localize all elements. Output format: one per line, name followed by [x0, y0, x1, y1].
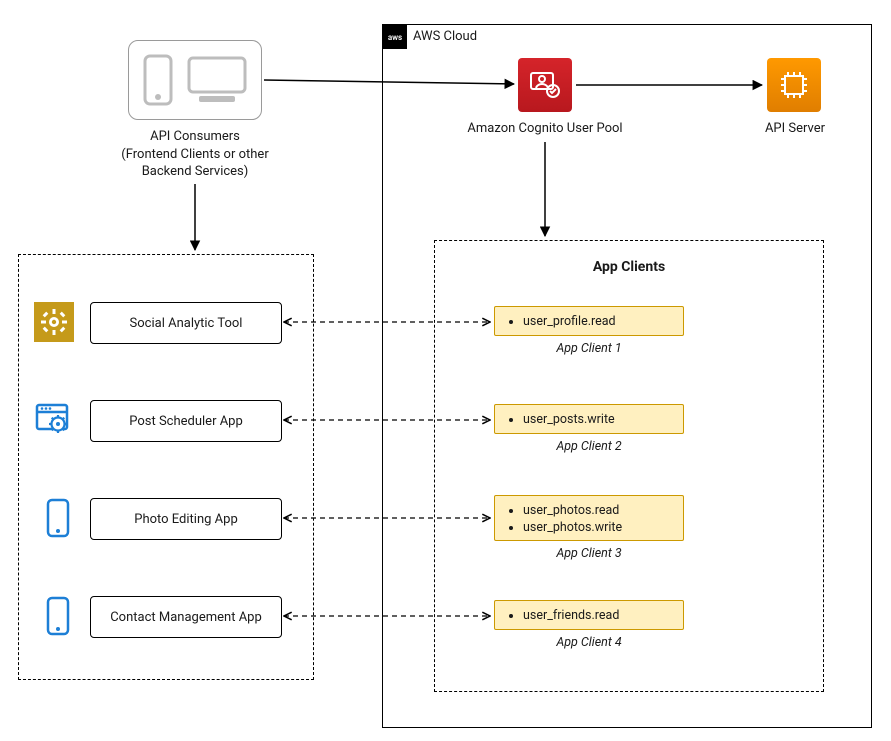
- cognito-label: Amazon Cognito User Pool: [450, 120, 640, 138]
- api-consumers-label: API Consumers (Frontend Clients or other…: [100, 128, 290, 181]
- scope-item: user_photos.read: [523, 502, 675, 519]
- consumer-label-3: Photo Editing App: [90, 498, 282, 540]
- scope-card-3: user_photos.read user_photos.write: [494, 495, 684, 541]
- aws-logo-text: aws: [388, 33, 402, 42]
- browser-gear-icon: [34, 400, 74, 440]
- scope-item: user_photos.write: [523, 519, 675, 536]
- scope-list-4: user_friends.read: [501, 607, 675, 624]
- diagram-canvas: aws AWS Cloud API Consumers (Frontend Cl…: [0, 0, 891, 741]
- consumer-label-4: Contact Management App: [90, 596, 282, 638]
- api-server-label: API Server: [740, 120, 850, 138]
- app-client-name-2: App Client 2: [494, 439, 684, 454]
- api-consumers-devices: [128, 40, 262, 120]
- app-client-name-1: App Client 1: [494, 341, 684, 356]
- api-consumers-subtitle-1: (Frontend Clients or other: [100, 146, 290, 164]
- api-consumers-title: API Consumers: [100, 128, 290, 146]
- cognito-icon: [518, 58, 572, 112]
- scope-item: user_friends.read: [523, 607, 675, 624]
- api-consumers-subtitle-2: Backend Services): [100, 163, 290, 181]
- app-clients-title: App Clients: [435, 259, 823, 275]
- aws-cloud-title: AWS Cloud: [413, 29, 477, 44]
- phone-icon-blue: [38, 498, 78, 538]
- phone-icon: [141, 54, 175, 106]
- scope-card-1: user_profile.read: [494, 306, 684, 336]
- desktop-icon: [185, 54, 249, 106]
- app-client-name-4: App Client 4: [494, 635, 684, 650]
- scope-list-2: user_posts.write: [501, 411, 675, 428]
- app-client-name-3: App Client 3: [494, 546, 684, 561]
- scope-card-2: user_posts.write: [494, 404, 684, 434]
- scope-item: user_posts.write: [523, 411, 675, 428]
- consumer-label-2: Post Scheduler App: [90, 400, 282, 442]
- scope-list-3: user_photos.read user_photos.write: [501, 502, 675, 536]
- api-server-icon: [767, 58, 821, 112]
- scope-card-4: user_friends.read: [494, 600, 684, 630]
- scope-item: user_profile.read: [523, 313, 675, 330]
- phone-icon-blue-2: [38, 596, 78, 636]
- gear-icon: [34, 302, 74, 342]
- aws-logo-badge: aws: [383, 25, 407, 49]
- scope-list-1: user_profile.read: [501, 313, 675, 330]
- consumer-label-1: Social Analytic Tool: [90, 302, 282, 344]
